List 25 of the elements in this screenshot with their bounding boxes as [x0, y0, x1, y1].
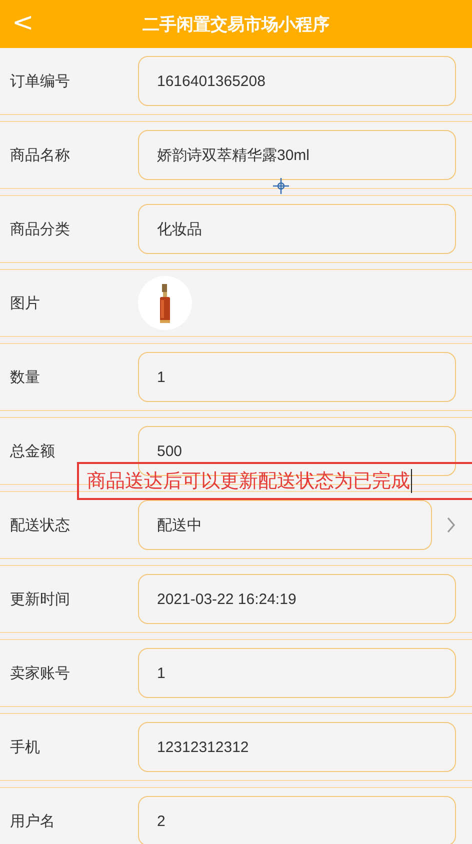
- input-field[interactable]: 娇韵诗双萃精华露30ml: [138, 130, 456, 180]
- field-label: 商品分类: [10, 220, 71, 238]
- annotation-callout: 商品送达后可以更新配送状态为已完成: [77, 462, 472, 500]
- text-cursor: [411, 469, 412, 493]
- field-label: 用户名: [10, 812, 56, 830]
- field-label: 更新时间: [10, 590, 71, 608]
- chevron-right-icon[interactable]: [446, 516, 456, 534]
- field-label: 总金额: [10, 442, 56, 460]
- input-field[interactable]: 1616401365208: [138, 56, 456, 106]
- field-label: 数量: [10, 368, 41, 386]
- page-title: 二手闲置交易市场小程序: [142, 14, 330, 36]
- field-label: 配送状态: [10, 516, 71, 534]
- input-field[interactable]: 化妆品: [138, 204, 456, 254]
- input-field[interactable]: 2: [138, 796, 456, 844]
- field-label: 图片: [10, 294, 41, 312]
- crosshair-cursor-icon: [273, 178, 289, 194]
- select-field[interactable]: 配送中: [138, 500, 432, 550]
- field-label: 卖家账号: [10, 664, 71, 682]
- field-label: 手机: [10, 738, 41, 756]
- field-label: 商品名称: [10, 146, 71, 164]
- field-label: 订单编号: [10, 72, 71, 90]
- input-field[interactable]: 12312312312: [138, 722, 456, 772]
- input-field[interactable]: 1: [138, 352, 456, 402]
- input-field[interactable]: 1: [138, 648, 456, 698]
- input-field[interactable]: 2021-03-22 16:24:19: [138, 574, 456, 624]
